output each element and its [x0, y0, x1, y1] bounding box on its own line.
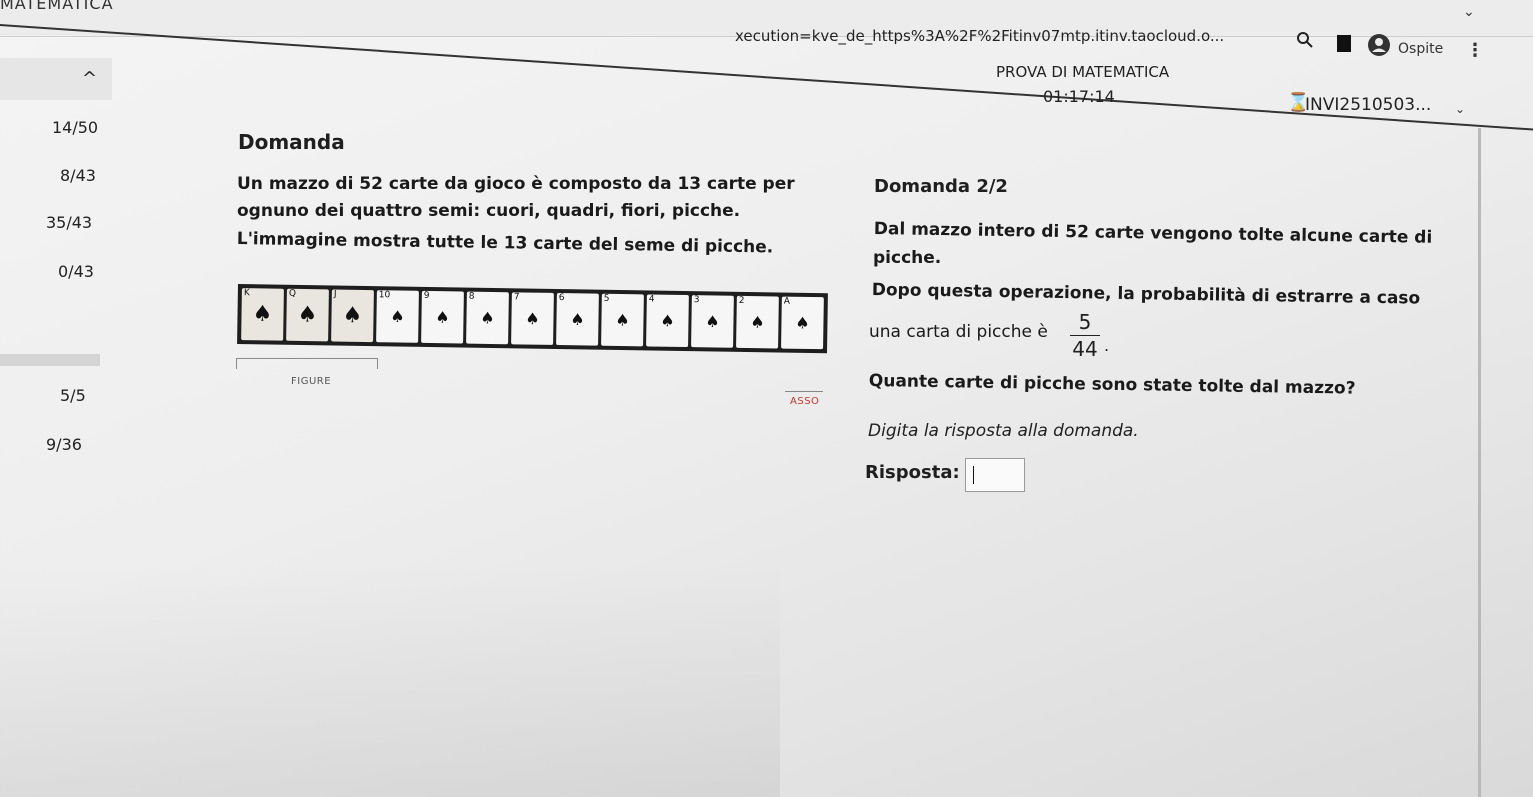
- user-menu[interactable]: INVI2510503...: [1305, 95, 1431, 115]
- screen-shadow: [0, 560, 780, 797]
- card-rank: 6: [558, 293, 565, 304]
- question-prompt: Quante carte di picche sono state tolte …: [868, 371, 1356, 399]
- card-ten: 10 ♠: [376, 290, 419, 343]
- card-six: 6 ♠: [556, 293, 599, 346]
- screen-frame-edge: [1478, 128, 1481, 797]
- browser-tab-title[interactable]: MATEMATICA: [0, 0, 114, 13]
- spade-icon: ♠: [480, 308, 495, 328]
- card-rank: 8: [468, 291, 475, 302]
- card-jack: J ♠: [331, 289, 374, 343]
- spade-icon: ♠: [297, 302, 318, 328]
- answer-label: Risposta:: [865, 462, 960, 483]
- spade-icon: ♠: [795, 313, 810, 333]
- card-rank: 3: [693, 295, 700, 306]
- fraction-numerator: 5: [1078, 310, 1092, 334]
- card-rank: J: [333, 289, 337, 300]
- card-ace: A ♠: [781, 296, 824, 350]
- item-label: Domanda 2/2: [874, 176, 1008, 197]
- spade-icon: ♠: [615, 310, 630, 330]
- chevron-down-icon[interactable]: ⌄: [1455, 102, 1465, 116]
- spade-icon: ♠: [525, 309, 540, 329]
- countdown-timer: 01:17:14: [1043, 87, 1115, 106]
- card-rank: 2: [738, 295, 745, 306]
- spade-icon: ♠: [390, 306, 405, 327]
- card-seven: 7 ♠: [511, 292, 554, 345]
- sidebar-active-marker: [0, 354, 100, 366]
- card-rank: 5: [603, 293, 610, 304]
- sidebar-item-section-3[interactable]: 35/43: [46, 213, 92, 232]
- browser-menu-icon[interactable]: ⋮: [1466, 42, 1484, 60]
- tab-search-icon[interactable]: [1337, 35, 1351, 52]
- stimulus-line: L'immagine mostra tutte le 13 carte del …: [236, 229, 774, 258]
- item-text-line: Dal mazzo intero di 52 carte vengono tol…: [873, 219, 1433, 248]
- sidebar-item-section-4[interactable]: 0/43: [58, 262, 94, 281]
- card-queen: Q ♠: [286, 288, 329, 342]
- item-text-line: una carta di picche è: [869, 322, 1048, 342]
- card-four: 4 ♠: [646, 294, 689, 348]
- spade-icon: ♠: [750, 312, 765, 332]
- sidebar-item-section-1[interactable]: 14/50: [52, 118, 98, 137]
- card-rank: 7: [513, 292, 520, 303]
- tab-list-chevron-icon[interactable]: ⌄: [1463, 4, 1475, 20]
- card-rank: Q: [288, 288, 297, 299]
- stimulus-heading: Domanda: [238, 130, 345, 154]
- collapse-sidebar-button[interactable]: ^: [82, 68, 97, 89]
- spade-cards-image: K ♠ Q ♠ J ♠ 10 ♠ 9 ♠ 8 ♠ 7 ♠ 6 ♠ 5 ♠ 4 ♠ 3 ♠ 2 ♠ A ♠: [237, 284, 828, 354]
- card-three: 3 ♠: [691, 295, 734, 348]
- stimulus-line: Un mazzo di 52 carte da gioco è composto…: [237, 174, 795, 194]
- spade-icon: ♠: [252, 301, 273, 328]
- item-text-line: picche.: [873, 248, 942, 268]
- card-eight: 8 ♠: [466, 291, 509, 345]
- probability-fraction: 5 44: [1070, 311, 1100, 360]
- test-title: PROVA DI MATEMATICA: [996, 63, 1170, 81]
- card-nine: 9 ♠: [421, 290, 464, 344]
- card-rank: 9: [423, 290, 430, 302]
- figure-bracket: [236, 358, 378, 369]
- answer-input[interactable]: [965, 458, 1025, 492]
- spade-icon: ♠: [435, 307, 450, 327]
- address-bar[interactable]: xecution=kve_de_https%3A%2F%2Fitinv07mtp…: [735, 27, 1224, 45]
- spade-icon: ♠: [570, 309, 585, 329]
- card-rank: 10: [378, 290, 391, 301]
- zoom-icon[interactable]: [1296, 31, 1314, 49]
- spade-icon: ♠: [342, 303, 363, 329]
- spade-icon: ♠: [660, 311, 675, 331]
- card-two: 2 ♠: [736, 295, 779, 349]
- fraction-period: .: [1104, 336, 1110, 355]
- fraction-bar: [1070, 335, 1100, 336]
- answer-instruction: Digita la risposta alla domanda.: [868, 421, 1139, 441]
- text-caret: [973, 466, 974, 484]
- profile-icon[interactable]: [1368, 34, 1390, 56]
- card-rank: A: [783, 296, 791, 307]
- ace-bracket: [785, 391, 823, 392]
- spade-icon: ♠: [705, 311, 720, 332]
- item-text-line: Dopo questa operazione, la probabilità d…: [871, 280, 1421, 309]
- sidebar-item-section-6[interactable]: 9/36: [46, 435, 82, 454]
- stimulus-line: ognuno dei quattro semi: cuori, quadri, …: [237, 201, 741, 221]
- card-king: K ♠: [241, 288, 284, 341]
- sidebar-item-section-2[interactable]: 8/43: [60, 166, 96, 185]
- profile-label[interactable]: Ospite: [1398, 41, 1443, 57]
- card-rank: K: [243, 288, 250, 299]
- sidebar-item-section-5[interactable]: 5/5: [60, 386, 86, 405]
- fraction-denominator: 44: [1072, 337, 1098, 361]
- ace-label: ASSO: [790, 396, 820, 407]
- card-rank: 4: [648, 294, 655, 305]
- card-five: 5 ♠: [601, 293, 644, 347]
- figure-label: FIGURE: [291, 376, 332, 387]
